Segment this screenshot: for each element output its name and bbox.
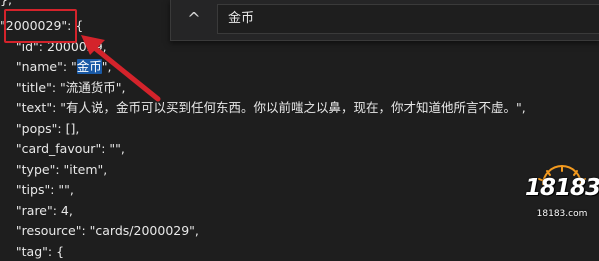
code-line: "tag": { xyxy=(0,244,65,259)
annotation-arrow xyxy=(81,35,161,102)
watermark-logo: 18183 18183.com xyxy=(525,151,599,231)
watermark-text: 18183 xyxy=(525,175,599,201)
watermark-subtext: 18183.com xyxy=(536,209,588,219)
